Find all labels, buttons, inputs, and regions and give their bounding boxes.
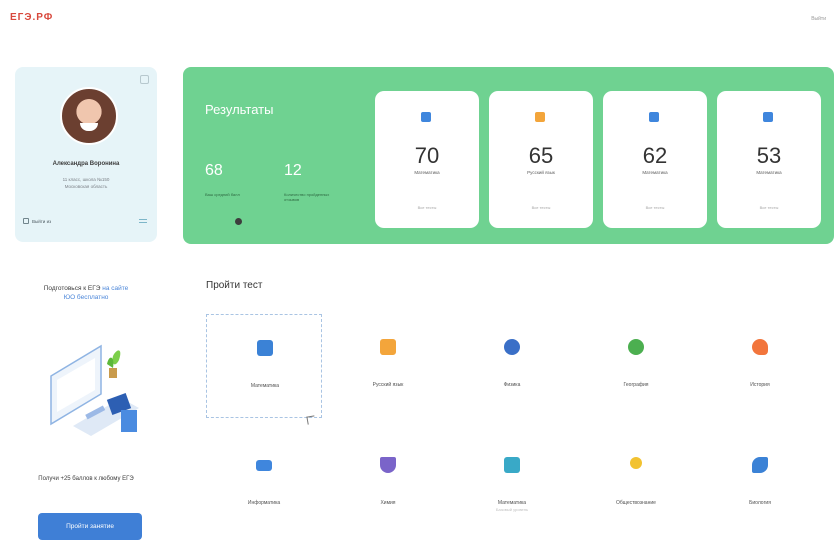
score-subject: Русский язык bbox=[527, 170, 555, 175]
folder-icon bbox=[763, 112, 773, 122]
score-value: 53 bbox=[756, 143, 782, 168]
average-score-label: Ваш средний балл bbox=[205, 192, 240, 197]
test-tile-label: Математика bbox=[497, 500, 527, 506]
mouse-pointer-icon bbox=[235, 218, 242, 225]
score-footer[interactable]: Все тесты bbox=[375, 205, 479, 210]
test-tile-label: География bbox=[623, 382, 649, 388]
logout-button[interactable]: Выйти из bbox=[23, 218, 51, 224]
edit-icon[interactable] bbox=[140, 75, 149, 84]
score-footer[interactable]: Все тесты bbox=[717, 205, 821, 210]
computer-icon bbox=[256, 460, 272, 471]
score-subject: Математика bbox=[642, 170, 668, 175]
tests-count-label: Количество пройденных отзывов bbox=[284, 192, 330, 202]
test-tile-label: Информатика bbox=[247, 500, 281, 506]
tests-title: Пройти тест bbox=[206, 280, 263, 291]
score-value: 65 bbox=[528, 143, 554, 168]
test-tile-history[interactable]: История bbox=[702, 314, 818, 418]
test-tile-chemistry[interactable]: Химия bbox=[330, 432, 446, 536]
score-subject: Математика bbox=[756, 170, 782, 175]
page: ЕГЭ.РФ Выйти Александра Воронина 11 клас… bbox=[0, 0, 836, 548]
test-tile-hint: Базовый уровень bbox=[495, 507, 529, 512]
logout-icon bbox=[23, 218, 29, 224]
score-footer[interactable]: Все тесты bbox=[489, 205, 593, 210]
menu-icon[interactable] bbox=[139, 219, 147, 223]
score-subject: Математика bbox=[414, 170, 440, 175]
score-card[interactable]: 53 Математика Все тесты bbox=[717, 91, 821, 228]
test-tile-label: Русский язык bbox=[372, 382, 404, 388]
document-icon bbox=[380, 339, 396, 355]
test-tile-social[interactable]: Обществознание bbox=[578, 432, 694, 536]
exit-link[interactable]: Выйти bbox=[811, 16, 826, 22]
test-tile-biology[interactable]: Биология bbox=[702, 432, 818, 536]
score-value: 70 bbox=[414, 143, 440, 168]
logout-label: Выйти из bbox=[32, 218, 52, 224]
site-logo[interactable]: ЕГЭ.РФ bbox=[10, 12, 53, 23]
promo-title: Подготовься к ЕГЭ на сайте ЮО бесплатно bbox=[15, 284, 157, 302]
planet-icon bbox=[504, 339, 520, 355]
score-value: 62 bbox=[642, 143, 668, 168]
avatar bbox=[60, 87, 118, 145]
promo-button[interactable]: Пройти занятие bbox=[38, 513, 142, 540]
profile-school: 11 класс, школа №150 bbox=[62, 177, 110, 182]
results-title: Результаты bbox=[205, 102, 274, 117]
test-tile-informatics[interactable]: Информатика bbox=[206, 432, 322, 536]
test-tile-label: Обществознание bbox=[616, 500, 656, 506]
promo-title-link[interactable]: на сайте bbox=[102, 285, 128, 292]
test-tile-math-base[interactable]: Математика Базовый уровень bbox=[454, 432, 570, 536]
average-score-value: 68 bbox=[205, 162, 223, 179]
profile-name: Александра Воронина bbox=[52, 161, 120, 167]
workspace-illustration-icon bbox=[50, 344, 139, 436]
test-tile-math[interactable]: Математика bbox=[206, 314, 322, 418]
test-tile-physics[interactable]: Физика bbox=[454, 314, 570, 418]
promo-text: Получи +25 баллов к любому ЕГЭ bbox=[38, 476, 134, 482]
tests-count-value: 12 bbox=[284, 162, 302, 179]
test-tile-label: Физика bbox=[503, 382, 521, 388]
leaf-icon bbox=[752, 457, 768, 473]
score-footer[interactable]: Все тесты bbox=[603, 205, 707, 210]
promo-title-text: Подготовься к ЕГЭ bbox=[43, 285, 103, 292]
score-card[interactable]: 70 Математика Все тесты bbox=[375, 91, 479, 228]
history-icon bbox=[752, 339, 768, 355]
test-tile-geography[interactable]: География bbox=[578, 314, 694, 418]
globe-icon bbox=[628, 339, 644, 355]
document-icon bbox=[535, 112, 545, 122]
profile-card: Александра Воронина 11 класс, школа №150… bbox=[15, 67, 157, 242]
magnifier-icon bbox=[630, 457, 642, 469]
profile-region: Московская область bbox=[64, 184, 108, 189]
score-card[interactable]: 62 Математика Все тесты bbox=[603, 91, 707, 228]
calculator-icon bbox=[504, 457, 520, 473]
results-panel: Результаты 68 Ваш средний балл 12 Количе… bbox=[183, 67, 834, 244]
flask-icon bbox=[380, 457, 396, 473]
test-tile-label: Химия bbox=[380, 500, 396, 506]
test-tile-label: История bbox=[750, 382, 770, 388]
folder-icon bbox=[649, 112, 659, 122]
folder-icon bbox=[257, 340, 273, 356]
test-tile-label: Математика bbox=[250, 383, 280, 389]
promo-title-suffix: ЮО бесплатно bbox=[63, 294, 109, 301]
test-tile-russian[interactable]: Русский язык bbox=[330, 314, 446, 418]
score-card[interactable]: 65 Русский язык Все тесты bbox=[489, 91, 593, 228]
test-tile-label: Биология bbox=[749, 500, 771, 506]
cursor-icon bbox=[306, 415, 316, 425]
folder-icon bbox=[421, 112, 431, 122]
